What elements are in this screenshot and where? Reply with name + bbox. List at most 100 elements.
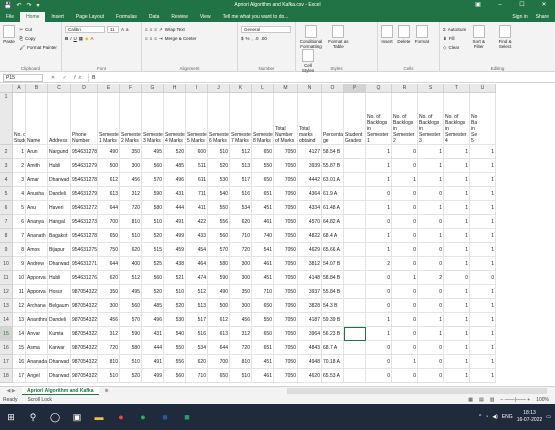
table-cell[interactable]: Hubli	[48, 271, 71, 285]
table-cell[interactable]: 7050	[274, 201, 298, 215]
table-cell[interactable]: 0	[470, 271, 496, 285]
column-header-F[interactable]: F	[120, 84, 142, 93]
table-cell[interactable]: 444	[164, 201, 186, 215]
clear-button[interactable]: ◇ Clear	[443, 43, 466, 52]
table-cell[interactable]: 1	[470, 327, 496, 341]
customize-icon[interactable]: ▾	[37, 2, 40, 9]
format-as-table-button[interactable]: Format as Table	[327, 25, 349, 49]
table-cell[interactable]: Dandeli	[48, 187, 71, 201]
table-cell[interactable]: 1	[366, 159, 392, 173]
table-cell[interactable]: 611	[186, 173, 208, 187]
table-cell[interactable]: 58.84 B	[322, 271, 344, 285]
column-header-A[interactable]: A	[13, 84, 26, 93]
table-cell[interactable]: 54.3 B	[322, 299, 344, 313]
table-cell[interactable]: 512	[120, 271, 142, 285]
table-cell[interactable]: 474	[186, 271, 208, 285]
table-cell[interactable]: 0	[366, 341, 392, 355]
table-cell[interactable]: 1	[470, 187, 496, 201]
column-header-T[interactable]: T	[444, 84, 470, 93]
table-cell[interactable]: 0	[392, 187, 418, 201]
table-cell[interactable]: 0	[392, 299, 418, 313]
table-cell[interactable]: 570	[142, 173, 164, 187]
table-cell[interactable]: 556	[164, 355, 186, 369]
table-cell[interactable]: 556	[208, 215, 230, 229]
maximize-icon[interactable]: ☐	[511, 0, 533, 10]
table-cell[interactable]: 510	[98, 369, 120, 383]
table-cell[interactable]: 500	[98, 159, 120, 173]
tab-review[interactable]: Review	[165, 12, 193, 22]
table-cell[interactable]: 55.87 B	[322, 159, 344, 173]
table-cell[interactable]: Andrew	[26, 257, 48, 271]
table-cell[interactable]: 550	[208, 201, 230, 215]
table-cell[interactable]: 459	[164, 243, 186, 257]
table-cell[interactable]: 0	[392, 257, 418, 271]
table-cell[interactable]: 650	[98, 229, 120, 243]
excel-icon[interactable]: ■	[176, 412, 198, 422]
table-cell[interactable]: 580	[120, 341, 142, 355]
table-cell[interactable]: 496	[164, 173, 186, 187]
row-header[interactable]: 15	[0, 327, 13, 341]
tab-tell-me-what-you-want-to-do[interactable]: Tell me what you want to do...	[217, 12, 295, 22]
tab-file[interactable]: File	[0, 12, 20, 22]
table-cell[interactable]: 1	[470, 173, 496, 187]
table-cell[interactable]: Amith	[26, 159, 48, 173]
table-cell[interactable]: 55.84 B	[322, 285, 344, 299]
word-icon[interactable]: ■	[154, 412, 176, 422]
table-cell[interactable]: 4442	[298, 173, 322, 187]
task-view-icon[interactable]: ◯	[44, 412, 66, 423]
table-cell[interactable]: 9546312789	[71, 145, 98, 159]
table-cell[interactable]: 2	[13, 159, 26, 173]
table-cell[interactable]: 520	[164, 145, 186, 159]
table-cell[interactable]: 560	[142, 159, 164, 173]
table-cell[interactable]: 550	[252, 159, 274, 173]
font-name-select[interactable]: Calibri	[65, 26, 105, 33]
table-cell[interactable]: 7050	[274, 145, 298, 159]
row-header[interactable]: 5	[0, 187, 13, 201]
table-cell[interactable]: 4620	[298, 369, 322, 383]
decrease-decimal-icon[interactable]: .00	[261, 36, 267, 41]
table-cell[interactable]: 720	[120, 201, 142, 215]
table-cell[interactable]: 1	[444, 285, 470, 299]
table-cell[interactable]: 65.66 A	[322, 243, 344, 257]
table-cell[interactable]: 350	[98, 285, 120, 299]
table-cell[interactable]: 9546312719	[71, 257, 98, 271]
bold-icon[interactable]: B	[65, 36, 68, 41]
table-cell[interactable]: 1	[418, 229, 444, 243]
table-cell[interactable]: Hangal	[48, 215, 71, 229]
column-header-L[interactable]: L	[252, 84, 274, 93]
table-cell[interactable]	[344, 243, 366, 257]
table-cell[interactable]: 433	[186, 229, 208, 243]
table-cell[interactable]	[344, 285, 366, 299]
align-bottom-icon[interactable]: ≡	[154, 27, 157, 32]
table-cell[interactable]	[344, 271, 366, 285]
table-cell[interactable]: 710	[230, 229, 252, 243]
volume-icon[interactable]: ◀)	[492, 414, 498, 420]
table-cell[interactable]: 1	[470, 201, 496, 215]
table-cell[interactable]: 1	[444, 369, 470, 383]
table-cell[interactable]: 490	[98, 145, 120, 159]
table-cell[interactable]: 580	[208, 257, 230, 271]
table-cell[interactable]: 510	[208, 145, 230, 159]
table-cell[interactable]: 456	[120, 173, 142, 187]
spotify-icon[interactable]: ●	[132, 412, 154, 422]
sheet-nav-icon[interactable]: ◀ ▶	[0, 388, 22, 394]
table-cell[interactable]	[344, 313, 366, 327]
table-cell[interactable]: Anu	[26, 201, 48, 215]
table-cell[interactable]: 0	[392, 327, 418, 341]
increase-decimal-icon[interactable]: .0	[255, 36, 259, 41]
table-cell[interactable]: 520	[208, 159, 230, 173]
table-cell[interactable]: 9546312789	[71, 173, 98, 187]
currency-icon[interactable]: $	[241, 36, 244, 41]
table-cell[interactable]: 530	[208, 173, 230, 187]
table-cell[interactable]: Ananada	[26, 355, 48, 369]
wrap-text-button[interactable]: Wrap Text	[165, 27, 185, 32]
autosum-button[interactable]: Σ AutoSum	[443, 25, 466, 34]
table-cell[interactable]: 4822	[298, 229, 322, 243]
table-cell[interactable]: 7050	[274, 243, 298, 257]
table-cell[interactable]: 490	[208, 285, 230, 299]
table-cell[interactable]: Archana	[26, 299, 48, 313]
share-button[interactable]: Share	[536, 12, 549, 22]
table-cell[interactable]: 0	[418, 187, 444, 201]
table-cell[interactable]: 0	[392, 341, 418, 355]
table-cell[interactable]: 1	[418, 159, 444, 173]
